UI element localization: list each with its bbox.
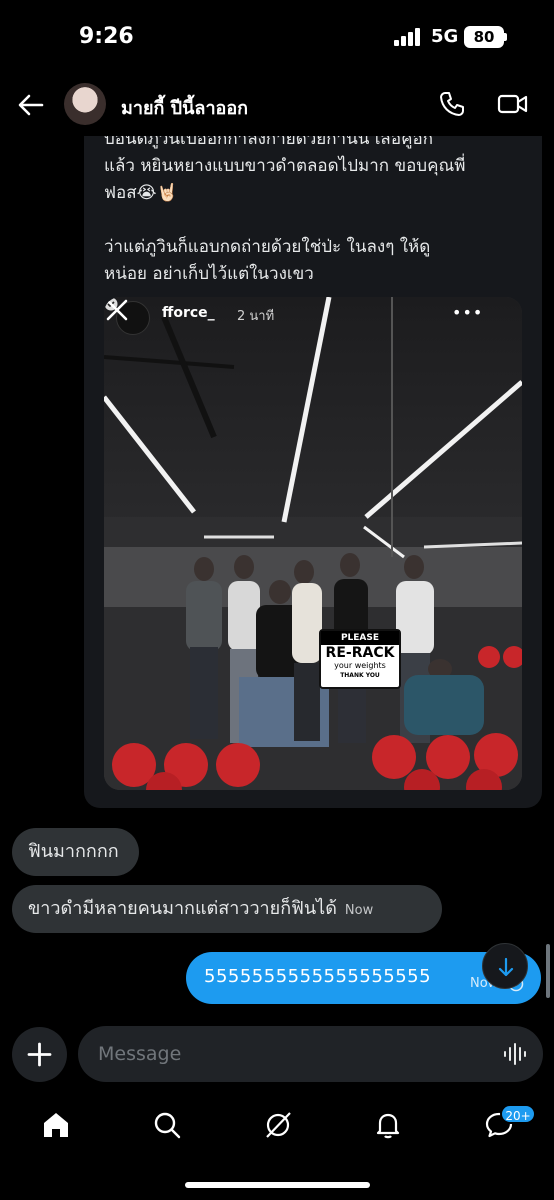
battery-indicator: 80 [464, 26, 504, 48]
home-indicator [185, 1182, 370, 1188]
story-preview[interactable]: fforce_ 2 นาที ••• PLEASE RE-RACK your w… [104, 297, 522, 790]
message-text: ฟินมากกกก [28, 841, 119, 862]
arrow-down-icon [498, 957, 514, 977]
grok-icon[interactable] [263, 1110, 293, 1140]
back-arrow-icon[interactable] [16, 90, 46, 120]
status-bar: 9:26 5G 80 [0, 0, 554, 72]
story-username[interactable]: fforce_ [162, 305, 215, 321]
story-more-button[interactable]: ••• [452, 303, 483, 322]
sign-line-3: your weights [334, 661, 386, 670]
home-icon[interactable] [41, 1110, 71, 1140]
network-label: 5G [431, 26, 459, 47]
messages-badge: 20+ [500, 1104, 536, 1124]
phone-icon[interactable] [438, 90, 466, 118]
sign-line-4: THANK YOU [340, 672, 380, 679]
voice-message-icon[interactable] [502, 1041, 528, 1067]
contact-name[interactable]: มายกี้ ปีนี้ลาออก [121, 93, 248, 122]
battery-nub [504, 33, 507, 41]
close-icon[interactable] [104, 297, 130, 323]
conversation-header: มายกี้ ปีนี้ลาออก [0, 72, 554, 136]
scrollbar[interactable] [546, 944, 550, 998]
bottom-navigation [0, 1098, 554, 1158]
add-attachment-button[interactable] [12, 1027, 67, 1082]
search-icon[interactable] [152, 1110, 182, 1140]
message-text: 5555555555555555555 [204, 966, 432, 987]
plus-icon [27, 1042, 52, 1067]
rerack-sign: PLEASE RE-RACK your weights THANK YOU [319, 629, 401, 689]
status-time: 9:26 [79, 24, 134, 49]
message-timestamp: Now [344, 903, 374, 918]
sign-line-2: RE-RACK [325, 645, 395, 661]
avatar[interactable] [64, 83, 106, 125]
video-camera-icon[interactable] [497, 90, 529, 118]
received-message[interactable]: ขาวดำมีหลายคนมากแต่สาววายก็ฟินได้ Now [12, 885, 442, 933]
message-composer [78, 1026, 543, 1082]
scroll-to-bottom-button[interactable] [482, 943, 528, 989]
signal-icon [394, 28, 420, 46]
sign-line-1: PLEASE [321, 631, 399, 645]
notifications-icon[interactable] [373, 1110, 403, 1140]
message-text: ขาวดำมีหลายคนมากแต่สาววายก็ฟินได้ [28, 898, 337, 919]
message-input[interactable] [98, 1040, 478, 1068]
story-time: 2 นาที [237, 309, 275, 324]
gym-photo [104, 297, 522, 790]
quoted-message-text: บอนดภูวนเปออกกาลงกายดวยกานน เสอคูอก แล้ว… [104, 129, 466, 284]
received-message[interactable]: ฟินมากกกก [12, 828, 139, 876]
